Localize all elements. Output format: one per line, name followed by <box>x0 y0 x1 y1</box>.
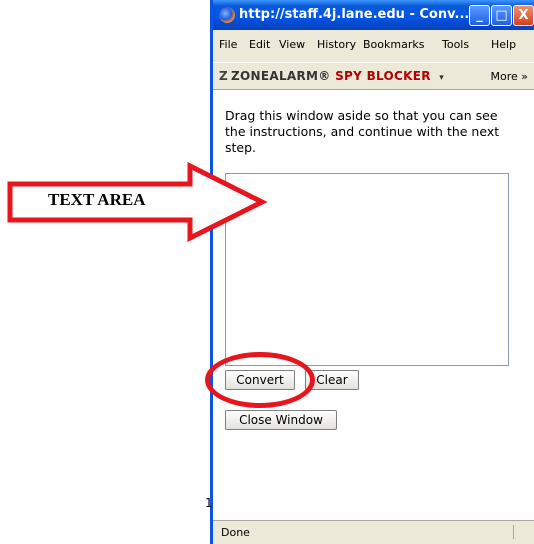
window-title: http://staff.4j.lane.edu - Conv... <box>239 7 470 22</box>
more-button[interactable]: More » <box>490 70 528 83</box>
screenshot-page: http://staff.4j.lane.edu - Conv... _ □ X… <box>0 0 534 544</box>
menu-tools[interactable]: Tools <box>442 38 469 51</box>
close-window-button[interactable]: Close Window <box>225 410 337 430</box>
status-text: Done <box>221 526 250 539</box>
chevron-double-right-icon: » <box>521 70 528 83</box>
more-label: More <box>490 70 518 83</box>
menu-bar: File Edit View History Bookmarks Tools H… <box>213 34 534 56</box>
side-digit: 1 <box>205 496 213 510</box>
spy-blocker-label: SPY BLOCKER <box>335 69 431 83</box>
zonealarm-z-icon: Z <box>219 69 229 83</box>
close-button[interactable]: X <box>513 5 534 26</box>
menu-file[interactable]: File <box>219 38 237 51</box>
minimize-button[interactable]: _ <box>469 5 490 26</box>
browser-popup-window: http://staff.4j.lane.edu - Conv... _ □ X… <box>210 0 534 544</box>
zonealarm-logo[interactable]: Z ZONEALARM® SPY BLOCKER ▾ <box>219 69 444 83</box>
zonealarm-brand: ZONEALARM <box>231 69 319 83</box>
status-bar: Done <box>213 520 534 544</box>
menu-view[interactable]: View <box>279 38 305 51</box>
resize-grip-icon[interactable] <box>513 525 528 539</box>
window-titlebar[interactable]: http://staff.4j.lane.edu - Conv... _ □ X <box>213 0 534 30</box>
menu-edit[interactable]: Edit <box>249 38 270 51</box>
firefox-icon <box>219 7 235 23</box>
zonealarm-toolbar: Z ZONEALARM® SPY BLOCKER ▾ More » <box>213 62 534 90</box>
maximize-button[interactable]: □ <box>491 5 512 26</box>
menu-help[interactable]: Help <box>491 38 516 51</box>
page-content: Drag this window aside so that you can s… <box>213 90 534 520</box>
convert-highlight-oval <box>205 352 315 408</box>
menu-history[interactable]: History <box>317 38 356 51</box>
instructions-text: Drag this window aside so that you can s… <box>225 108 500 155</box>
menu-bookmarks[interactable]: Bookmarks <box>363 38 424 51</box>
text-area-annotation-label: TEXT AREA <box>48 190 146 209</box>
chevron-down-icon[interactable]: ▾ <box>439 73 444 83</box>
registered-mark: ® <box>318 69 331 83</box>
